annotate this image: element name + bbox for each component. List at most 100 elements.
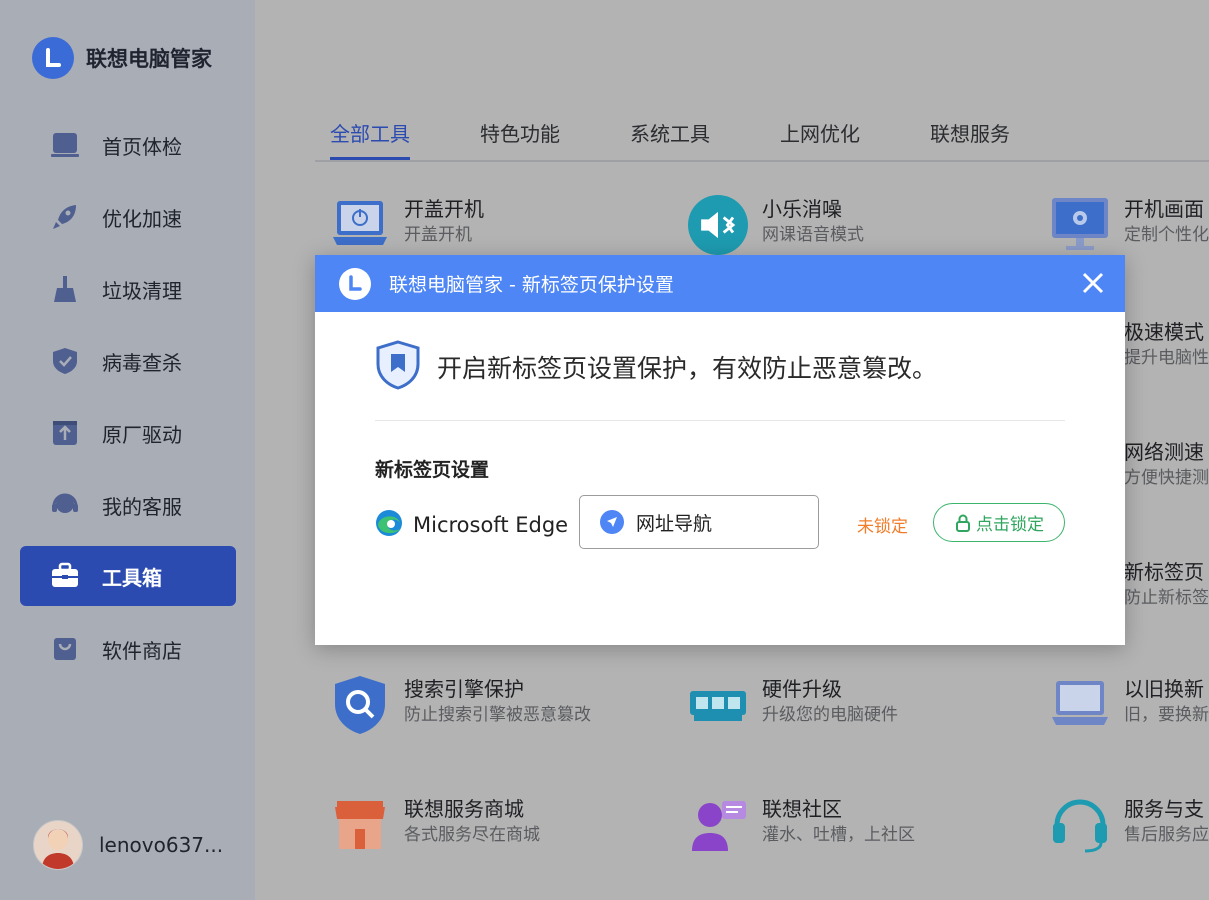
- tool-hardware-upgrade[interactable]: 硬件升级 升级您的电脑硬件: [688, 675, 898, 735]
- app-title: 联想电脑管家: [86, 47, 212, 71]
- lock-button-label: 点击锁定: [976, 515, 1044, 535]
- divider: [375, 420, 1065, 421]
- community-icon: [688, 795, 748, 855]
- laptop-power-icon: [330, 195, 390, 255]
- select-value: 网址导航: [636, 512, 713, 535]
- tool-desc: 防止新标签: [1124, 588, 1209, 608]
- user-profile[interactable]: lenovo637...: [33, 820, 223, 870]
- tool-name: 联想社区: [762, 797, 842, 821]
- tool-desc: 售后服务应: [1124, 825, 1209, 845]
- sidebar-item-antivirus[interactable]: 病毒查杀: [20, 331, 236, 391]
- tool-desc: 定制个性化: [1124, 225, 1209, 245]
- sidebar-item-label: 工具箱: [102, 565, 162, 590]
- upload-box-icon: [50, 418, 80, 448]
- tool-network-speed[interactable]: 网络测速 方便快捷测: [1124, 438, 1209, 490]
- laptop-icon: [1050, 675, 1110, 735]
- tab-network[interactable]: 上网优化: [780, 118, 860, 157]
- sidebar-item-optimize[interactable]: 优化加速: [20, 187, 236, 247]
- tool-name: 搜索引擎保护: [404, 677, 524, 701]
- monitor-flower-icon: [1050, 195, 1110, 255]
- headset-icon: [50, 490, 80, 520]
- tool-desc: 旧，要换新: [1124, 705, 1209, 725]
- user-name: lenovo637...: [99, 833, 224, 857]
- tool-name: 服务与支: [1124, 797, 1204, 821]
- headline-text: 开启新标签页设置保护，有效防止恶意篡改。: [437, 354, 938, 383]
- sidebar-item-toolbox[interactable]: 工具箱: [20, 546, 236, 606]
- tool-desc: 方便快捷测: [1124, 468, 1209, 488]
- dialog-title: 联想电脑管家 - 新标签页保护设置: [389, 274, 674, 296]
- new-tab-protection-dialog: 联想电脑管家 - 新标签页保护设置 开启新标签页设置保护，有效防止恶意篡改。 新…: [315, 255, 1125, 645]
- tool-noise-cancel[interactable]: 小乐消噪 网课语音模式: [688, 195, 864, 255]
- tool-name: 开机画面: [1124, 197, 1204, 221]
- tool-name: 小乐消噪: [762, 197, 842, 221]
- avatar: [33, 820, 83, 870]
- search-shield-icon: [330, 675, 390, 735]
- tab-features[interactable]: 特色功能: [480, 118, 560, 157]
- sidebar-item-label: 我的客服: [102, 494, 182, 519]
- sidebar-item-software-store[interactable]: 软件商店: [20, 619, 236, 679]
- lenovo-logo-icon: [339, 267, 371, 300]
- tool-name: 网络测速: [1124, 440, 1204, 464]
- section-label: 新标签页设置: [375, 459, 490, 481]
- tool-name: 极速模式: [1124, 320, 1204, 344]
- tool-desc: 升级您的电脑硬件: [762, 705, 898, 725]
- laptop-icon: [50, 130, 80, 160]
- tool-name: 以旧换新: [1124, 677, 1204, 701]
- tool-search-engine-protect[interactable]: 搜索引擎保护 防止搜索引擎被恶意篡改: [330, 675, 591, 735]
- shield-icon: [50, 346, 80, 376]
- brand: 联想电脑管家: [32, 37, 212, 79]
- tool-desc: 提升电脑性: [1124, 348, 1209, 368]
- tool-name: 新标签页: [1124, 560, 1204, 584]
- tool-desc: 开盖开机: [404, 225, 472, 245]
- sidebar-item-cleanup[interactable]: 垃圾清理: [20, 259, 236, 319]
- lenovo-logo-icon: [32, 37, 74, 79]
- sidebar-item-label: 软件商店: [102, 638, 182, 663]
- store-icon: [330, 795, 390, 855]
- close-icon[interactable]: [1079, 269, 1107, 297]
- tool-name: 开盖开机: [404, 197, 484, 221]
- tool-community[interactable]: 联想社区 灌水、吐槽，上社区: [688, 795, 915, 855]
- browser-name: Microsoft Edge: [413, 513, 569, 537]
- tool-speed-mode[interactable]: 极速模式 提升电脑性: [1124, 318, 1209, 370]
- tool-lid-open-boot[interactable]: 开盖开机 开盖开机: [330, 195, 484, 255]
- tab-system-tools[interactable]: 系统工具: [630, 118, 710, 157]
- navigation-arrow-icon: [600, 510, 624, 534]
- sidebar-item-drivers[interactable]: 原厂驱动: [20, 403, 236, 463]
- lock-icon: [956, 514, 970, 532]
- memory-chip-icon: [688, 675, 748, 735]
- bookmark-shield-icon: [375, 340, 421, 394]
- shopping-bag-icon: [50, 634, 80, 664]
- tool-service-mall[interactable]: 联想服务商城 各式服务尽在商城: [330, 795, 540, 855]
- toolbox-icon: [50, 561, 80, 591]
- dialog-header: 联想电脑管家 - 新标签页保护设置: [315, 255, 1125, 312]
- tool-desc: 灌水、吐槽，上社区: [762, 825, 915, 845]
- sidebar-item-support[interactable]: 我的客服: [20, 475, 236, 535]
- category-tabs: 全部工具 特色功能 系统工具 上网优化 联想服务: [315, 118, 1209, 162]
- speaker-mute-icon: [688, 195, 748, 255]
- tool-desc: 防止搜索引擎被恶意篡改: [404, 705, 591, 725]
- tab-lenovo-services[interactable]: 联想服务: [930, 118, 1010, 157]
- tool-service-support[interactable]: 服务与支 售后服务应: [1050, 795, 1209, 855]
- tool-trade-in[interactable]: 以旧换新 旧，要换新: [1050, 675, 1209, 735]
- tool-new-tab[interactable]: 新标签页 防止新标签: [1124, 558, 1209, 610]
- sidebar-item-label: 病毒查杀: [102, 350, 182, 375]
- rocket-icon: [50, 202, 80, 232]
- tool-boot-screen[interactable]: 开机画面 定制个性化: [1050, 195, 1209, 255]
- dialog-headline: 开启新标签页设置保护，有效防止恶意篡改。: [375, 340, 937, 394]
- browser-entry: Microsoft Edge: [375, 509, 568, 541]
- tool-name: 硬件升级: [762, 677, 842, 701]
- headset-icon: [1050, 795, 1110, 855]
- tool-desc: 网课语音模式: [762, 225, 864, 245]
- tab-all-tools[interactable]: 全部工具: [330, 118, 410, 160]
- sidebar-item-label: 优化加速: [102, 206, 182, 231]
- new-tab-page-select[interactable]: 网址导航: [579, 495, 819, 549]
- sidebar: 联想电脑管家 首页体检 优化加速 垃圾清理 病毒查杀 原厂驱动 我的客服 工具箱…: [0, 0, 255, 900]
- sidebar-item-label: 首页体检: [102, 134, 182, 159]
- lock-status: 未锁定: [857, 517, 908, 537]
- lock-button[interactable]: 点击锁定: [933, 503, 1065, 542]
- edge-icon: [375, 509, 403, 541]
- sidebar-item-label: 垃圾清理: [102, 278, 182, 303]
- broom-icon: [50, 274, 80, 304]
- tool-name: 联想服务商城: [404, 797, 524, 821]
- sidebar-item-home-check[interactable]: 首页体检: [20, 115, 236, 175]
